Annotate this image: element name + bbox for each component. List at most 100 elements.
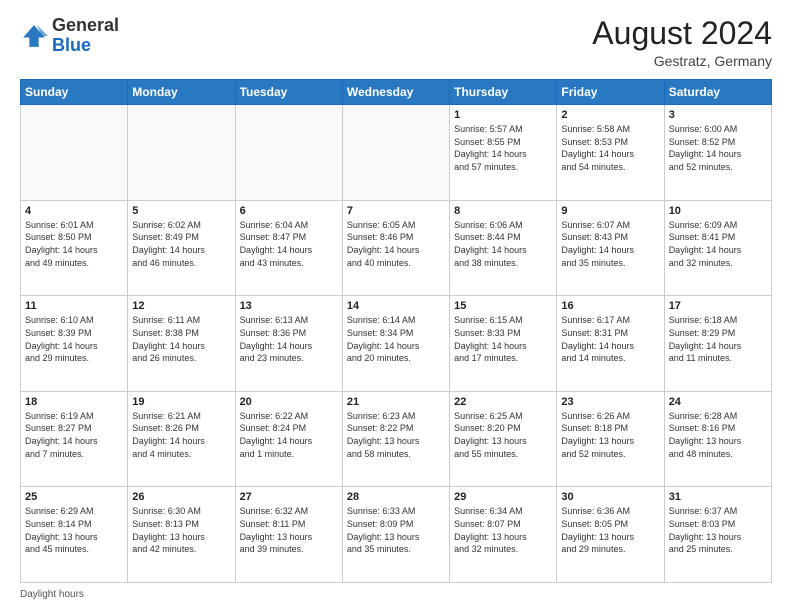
calendar-cell <box>235 105 342 201</box>
day-info: Sunrise: 6:36 AM Sunset: 8:05 PM Dayligh… <box>561 505 659 555</box>
day-info: Sunrise: 6:23 AM Sunset: 8:22 PM Dayligh… <box>347 410 445 460</box>
day-number: 25 <box>25 491 123 503</box>
day-info: Sunrise: 6:11 AM Sunset: 8:38 PM Dayligh… <box>132 314 230 364</box>
calendar-cell: 26Sunrise: 6:30 AM Sunset: 8:13 PM Dayli… <box>128 487 235 583</box>
col-wednesday: Wednesday <box>342 80 449 105</box>
day-info: Sunrise: 6:21 AM Sunset: 8:26 PM Dayligh… <box>132 410 230 460</box>
day-info: Sunrise: 6:17 AM Sunset: 8:31 PM Dayligh… <box>561 314 659 364</box>
page: General Blue August 2024 Gestratz, Germa… <box>0 0 792 612</box>
calendar-week-3: 11Sunrise: 6:10 AM Sunset: 8:39 PM Dayli… <box>21 296 772 392</box>
day-info: Sunrise: 6:05 AM Sunset: 8:46 PM Dayligh… <box>347 219 445 269</box>
calendar-week-4: 18 Sunrise: 6:19 AM Sunset: 8:27 PM Dayli… <box>21 391 772 487</box>
day-number: 1 <box>454 109 552 121</box>
day-info: Sunrise: 6:09 AM Sunset: 8:41 PM Dayligh… <box>669 219 767 269</box>
day-info: Sunrise: 6:18 AM Sunset: 8:29 PM Dayligh… <box>669 314 767 364</box>
day-info: Sunrise: 6:37 AM Sunset: 8:03 PM Dayligh… <box>669 505 767 555</box>
day-number: 30 <box>561 491 659 503</box>
day-info: Sunrise: 6:04 AM Sunset: 8:47 PM Dayligh… <box>240 219 338 269</box>
day-number: 18 <box>25 396 123 408</box>
day-info: Sunrise: 6:33 AM Sunset: 8:09 PM Dayligh… <box>347 505 445 555</box>
calendar-cell: 25Sunrise: 6:29 AM Sunset: 8:14 PM Dayli… <box>21 487 128 583</box>
month-year: August 2024 <box>592 16 772 51</box>
day-number: 21 <box>347 396 445 408</box>
calendar-cell: 21 Sunrise: 6:23 AM Sunset: 8:22 PM Dayli… <box>342 391 449 487</box>
calendar-cell: 10 Sunrise: 6:09 AM Sunset: 8:41 PM Dayli… <box>664 200 771 296</box>
calendar-cell: 5Sunrise: 6:02 AM Sunset: 8:49 PM Daylig… <box>128 200 235 296</box>
day-number: 19 <box>132 396 230 408</box>
calendar-week-2: 4 Sunrise: 6:01 AM Sunset: 8:50 PM Daylig… <box>21 200 772 296</box>
calendar-cell: 4 Sunrise: 6:01 AM Sunset: 8:50 PM Daylig… <box>21 200 128 296</box>
day-number: 28 <box>347 491 445 503</box>
day-number: 6 <box>240 205 338 217</box>
calendar-cell: 27 Sunrise: 6:32 AM Sunset: 8:11 PM Dayli… <box>235 487 342 583</box>
calendar-cell: 3Sunrise: 6:00 AM Sunset: 8:52 PM Daylig… <box>664 105 771 201</box>
day-number: 14 <box>347 300 445 312</box>
day-info: Sunrise: 6:13 AM Sunset: 8:36 PM Dayligh… <box>240 314 338 364</box>
day-number: 17 <box>669 300 767 312</box>
day-number: 27 <box>240 491 338 503</box>
day-info: Sunrise: 6:26 AM Sunset: 8:18 PM Dayligh… <box>561 410 659 460</box>
day-info: Sunrise: 6:25 AM Sunset: 8:20 PM Dayligh… <box>454 410 552 460</box>
day-number: 16 <box>561 300 659 312</box>
day-number: 4 <box>25 205 123 217</box>
day-number: 10 <box>669 205 767 217</box>
calendar-cell: 13 Sunrise: 6:13 AM Sunset: 8:36 PM Dayli… <box>235 296 342 392</box>
daylight-label: Daylight hours <box>20 589 84 600</box>
logo-icon <box>20 22 48 50</box>
location: Gestratz, Germany <box>592 53 772 69</box>
calendar-week-5: 25Sunrise: 6:29 AM Sunset: 8:14 PM Dayli… <box>21 487 772 583</box>
logo-blue: Blue <box>52 35 91 55</box>
day-info: Sunrise: 6:32 AM Sunset: 8:11 PM Dayligh… <box>240 505 338 555</box>
calendar-cell: 16 Sunrise: 6:17 AM Sunset: 8:31 PM Dayli… <box>557 296 664 392</box>
col-monday: Monday <box>128 80 235 105</box>
calendar-cell: 29Sunrise: 6:34 AM Sunset: 8:07 PM Dayli… <box>450 487 557 583</box>
header: General Blue August 2024 Gestratz, Germa… <box>20 16 772 69</box>
day-number: 29 <box>454 491 552 503</box>
calendar-cell: 2 Sunrise: 5:58 AM Sunset: 8:53 PM Daylig… <box>557 105 664 201</box>
day-number: 5 <box>132 205 230 217</box>
day-info: Sunrise: 6:15 AM Sunset: 8:33 PM Dayligh… <box>454 314 552 364</box>
day-info: Sunrise: 6:10 AM Sunset: 8:39 PM Dayligh… <box>25 314 123 364</box>
day-info: Sunrise: 5:57 AM Sunset: 8:55 PM Dayligh… <box>454 123 552 173</box>
footer: Daylight hours <box>20 589 772 600</box>
day-number: 22 <box>454 396 552 408</box>
calendar-cell: 14 Sunrise: 6:14 AM Sunset: 8:34 PM Dayli… <box>342 296 449 392</box>
calendar-cell: 23 Sunrise: 6:26 AM Sunset: 8:18 PM Dayli… <box>557 391 664 487</box>
day-info: Sunrise: 6:06 AM Sunset: 8:44 PM Dayligh… <box>454 219 552 269</box>
calendar-cell: 9Sunrise: 6:07 AM Sunset: 8:43 PM Daylig… <box>557 200 664 296</box>
calendar-cell: 7Sunrise: 6:05 AM Sunset: 8:46 PM Daylig… <box>342 200 449 296</box>
calendar-cell <box>128 105 235 201</box>
title-block: August 2024 Gestratz, Germany <box>592 16 772 69</box>
col-sunday: Sunday <box>21 80 128 105</box>
calendar-cell: 1 Sunrise: 5:57 AM Sunset: 8:55 PM Daylig… <box>450 105 557 201</box>
day-number: 31 <box>669 491 767 503</box>
day-number: 24 <box>669 396 767 408</box>
calendar-cell: 30 Sunrise: 6:36 AM Sunset: 8:05 PM Dayli… <box>557 487 664 583</box>
calendar-header-row: Sunday Monday Tuesday Wednesday Thursday… <box>21 80 772 105</box>
day-info: Sunrise: 5:58 AM Sunset: 8:53 PM Dayligh… <box>561 123 659 173</box>
day-info: Sunrise: 6:14 AM Sunset: 8:34 PM Dayligh… <box>347 314 445 364</box>
calendar-cell: 22 Sunrise: 6:25 AM Sunset: 8:20 PM Dayli… <box>450 391 557 487</box>
logo-general: General <box>52 15 119 35</box>
calendar-cell: 31 Sunrise: 6:37 AM Sunset: 8:03 PM Dayli… <box>664 487 771 583</box>
calendar-cell: 6 Sunrise: 6:04 AM Sunset: 8:47 PM Daylig… <box>235 200 342 296</box>
calendar-cell: 18 Sunrise: 6:19 AM Sunset: 8:27 PM Dayli… <box>21 391 128 487</box>
col-friday: Friday <box>557 80 664 105</box>
calendar-cell: 11Sunrise: 6:10 AM Sunset: 8:39 PM Dayli… <box>21 296 128 392</box>
day-number: 12 <box>132 300 230 312</box>
calendar-cell <box>21 105 128 201</box>
calendar-cell: 28 Sunrise: 6:33 AM Sunset: 8:09 PM Dayli… <box>342 487 449 583</box>
day-number: 13 <box>240 300 338 312</box>
col-saturday: Saturday <box>664 80 771 105</box>
day-number: 15 <box>454 300 552 312</box>
col-thursday: Thursday <box>450 80 557 105</box>
day-number: 26 <box>132 491 230 503</box>
day-info: Sunrise: 6:01 AM Sunset: 8:50 PM Dayligh… <box>25 219 123 269</box>
day-info: Sunrise: 6:07 AM Sunset: 8:43 PM Dayligh… <box>561 219 659 269</box>
calendar-cell: 24Sunrise: 6:28 AM Sunset: 8:16 PM Dayli… <box>664 391 771 487</box>
day-info: Sunrise: 6:19 AM Sunset: 8:27 PM Dayligh… <box>25 410 123 460</box>
day-number: 23 <box>561 396 659 408</box>
day-info: Sunrise: 6:22 AM Sunset: 8:24 PM Dayligh… <box>240 410 338 460</box>
day-number: 2 <box>561 109 659 121</box>
day-number: 20 <box>240 396 338 408</box>
